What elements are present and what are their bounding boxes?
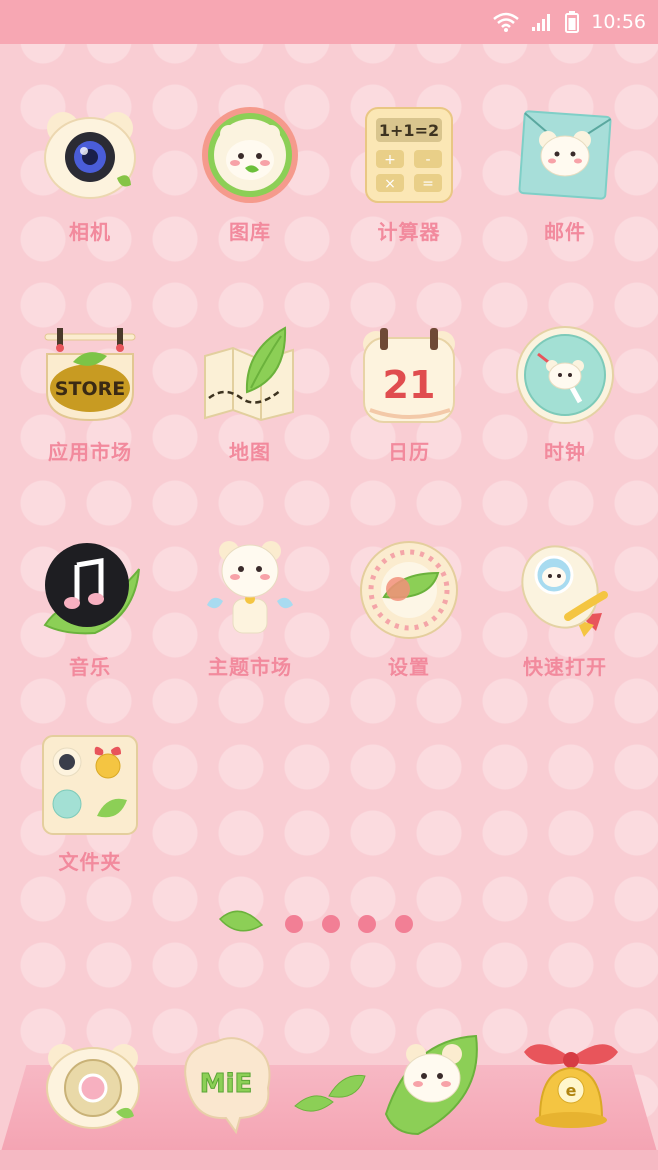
store-icon: STORE [44, 328, 136, 422]
app-camera[interactable]: 相机 [15, 100, 165, 245]
app-store[interactable]: STORE 应用市场 [15, 320, 165, 465]
dock-browser[interactable] [380, 1030, 484, 1144]
app-label: 快速打开 [523, 655, 607, 679]
clock-icon [516, 326, 614, 424]
app-label: 邮件 [544, 220, 586, 244]
bell-icon: e [524, 1044, 618, 1128]
app-label: 应用市场 [48, 440, 132, 464]
dock-bell[interactable]: e [516, 1030, 626, 1144]
sheep-leaf-icon [384, 1034, 478, 1136]
dock-mie-text: MiE [200, 1069, 253, 1099]
gallery-icon [202, 107, 298, 203]
music-icon [43, 543, 140, 635]
app-label: 地图 [229, 440, 271, 464]
app-folder[interactable]: 文件夹 [15, 730, 165, 875]
battery-icon [565, 11, 580, 33]
app-label: 图库 [229, 220, 271, 244]
wifi-icon [493, 12, 520, 32]
calculator-icon: 1+1=2 + - × = [365, 107, 453, 203]
app-map[interactable]: 地图 [175, 320, 325, 465]
app-gallery[interactable]: 图库 [175, 100, 325, 245]
app-quick-open[interactable]: 快速打开 [490, 535, 640, 680]
app-label: 日历 [388, 440, 430, 464]
app-mail[interactable]: 邮件 [490, 100, 640, 245]
mail-icon [518, 110, 612, 200]
bell-letter: e [566, 1081, 577, 1100]
store-sign: STORE [55, 378, 125, 400]
calendar-day: 21 [383, 363, 436, 407]
svg-text:=: = [422, 176, 434, 192]
app-clock[interactable]: 时钟 [490, 320, 640, 465]
app-label: 音乐 [69, 655, 111, 679]
clock-time: 10:56 [591, 11, 646, 33]
map-icon [204, 326, 294, 422]
page-indicator[interactable] [0, 905, 658, 945]
folder-icon [42, 735, 138, 835]
app-label: 计算器 [377, 220, 441, 244]
chat-bubble-icon: MiE [184, 1037, 271, 1135]
app-label: 相机 [69, 220, 111, 244]
camera-icon [44, 112, 136, 199]
svg-text:+: + [384, 152, 396, 168]
signal-icon [531, 12, 553, 32]
svg-text:×: × [384, 176, 396, 192]
rocket-icon [521, 545, 608, 637]
dock-messages[interactable]: MiE [176, 1030, 276, 1139]
dock-phone[interactable] [38, 1030, 148, 1144]
app-label: 时钟 [544, 440, 586, 464]
calculator-display: 1+1=2 [379, 121, 439, 140]
dock-base [0, 1150, 658, 1170]
sheep-theme-icon [207, 541, 293, 634]
app-music[interactable]: 音乐 [15, 535, 165, 680]
leaves-icon [294, 1074, 366, 1112]
svg-text:-: - [425, 152, 430, 168]
page-dot[interactable] [285, 915, 303, 933]
phone-icon [46, 1044, 140, 1129]
app-calculator[interactable]: 1+1=2 + - × = 计算器 [334, 100, 484, 245]
app-theme-store[interactable]: 主题市场 [175, 535, 325, 680]
app-settings[interactable]: 设置 [334, 535, 484, 680]
settings-icon [360, 541, 458, 639]
current-page-leaf-icon [218, 910, 264, 932]
page-dot[interactable] [322, 915, 340, 933]
status-bar: 10:56 [0, 0, 658, 44]
page-dot[interactable] [395, 915, 413, 933]
dock-leaves-decoration [293, 1070, 367, 1124]
app-label: 设置 [388, 655, 430, 679]
app-label: 文件夹 [58, 850, 122, 874]
app-calendar[interactable]: 21 日历 [334, 320, 484, 465]
calendar-icon: 21 [363, 328, 455, 423]
page-dot[interactable] [358, 915, 376, 933]
app-label: 主题市场 [208, 655, 292, 679]
